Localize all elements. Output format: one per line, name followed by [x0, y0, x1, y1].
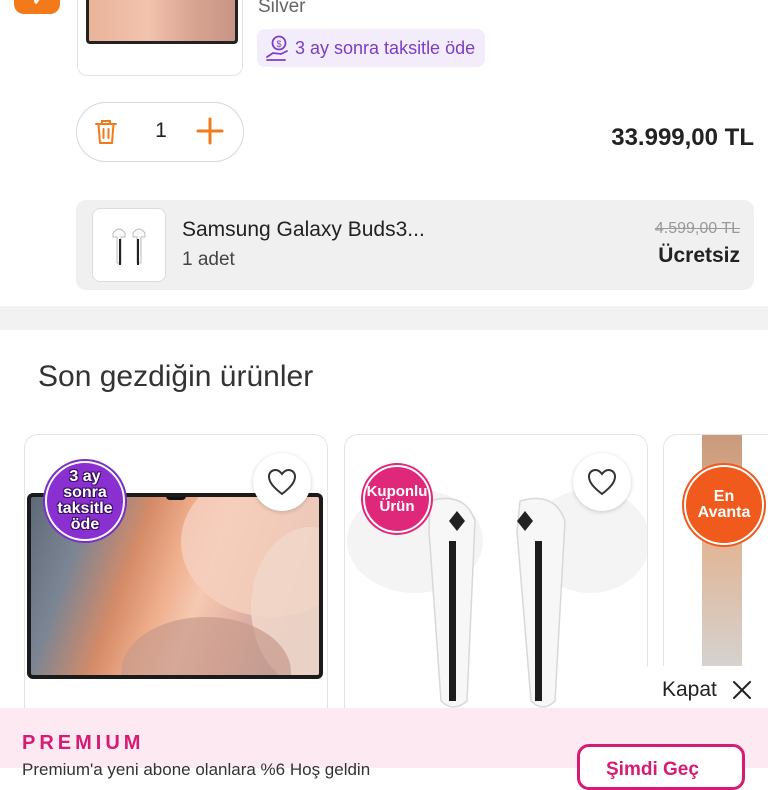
cart-item-image[interactable]	[77, 0, 243, 76]
select-checkbox[interactable]: ✓	[14, 0, 60, 14]
installment-promo-badge: 3 ay sonra taksitle öde	[45, 461, 125, 541]
quantity-stepper: 1	[76, 102, 244, 162]
gift-item-count: 1 adet	[182, 249, 235, 270]
gift-old-price: 4.599,00 TL	[654, 220, 740, 237]
badge-line: 3 ay	[69, 468, 101, 485]
quantity-value: 1	[155, 119, 167, 142]
gift-item-name: Samsung Galaxy Buds3...	[182, 218, 425, 241]
plus-icon[interactable]	[195, 116, 225, 146]
badge-line: En	[713, 488, 735, 505]
badge-line: Kuponlu	[366, 483, 428, 500]
gift-free-label: Ücretsiz	[658, 244, 740, 267]
heart-icon	[587, 468, 617, 496]
badge-line: sonra	[63, 484, 107, 501]
variant-label: Silver	[258, 0, 306, 17]
section-divider	[0, 306, 768, 330]
product-card[interactable]: 3 ay sonra taksitle öde	[24, 434, 328, 736]
trash-icon[interactable]	[93, 118, 119, 146]
favorite-button[interactable]	[573, 453, 631, 511]
coupon-promo-badge: Kuponlu Ürün	[363, 465, 431, 533]
premium-banner: PREMIUM Premium'a yeni abone olanlara %6…	[0, 708, 768, 790]
installment-badge-label: 3 ay sonra taksitle öde	[295, 37, 476, 58]
gift-item-image	[92, 208, 166, 282]
coin-hand-icon: $	[266, 35, 288, 61]
check-icon: ✓	[32, 0, 46, 9]
product-card[interactable]: Kuponlu Ürün	[344, 434, 648, 736]
badge-line: Ürün	[379, 498, 415, 515]
close-label: Kapat	[662, 678, 717, 701]
badge-line: öde	[70, 516, 100, 533]
svg-text:$: $	[276, 39, 281, 49]
premium-cta-button[interactable]: Şimdi Geç	[577, 744, 745, 790]
item-price: 33.999,00 TL	[611, 124, 754, 151]
close-icon	[733, 681, 751, 699]
advantage-promo-badge: En Avanta	[684, 465, 764, 545]
premium-cta-label: Şimdi Geç	[606, 759, 699, 780]
heart-icon	[267, 468, 297, 496]
badge-line: taksitle	[57, 500, 113, 517]
premium-title: PREMIUM	[22, 732, 145, 754]
premium-subtitle: Premium'a yeni abone olanlara %6 Hoş gel…	[22, 760, 371, 779]
installment-badge: $ 3 ay sonra taksitle öde	[257, 29, 486, 67]
close-banner-button[interactable]: Kapat	[640, 666, 768, 714]
badge-line: Avanta	[697, 504, 751, 521]
recently-viewed-title: Son gezdiğin ürünler	[38, 360, 314, 393]
favorite-button[interactable]	[253, 453, 311, 511]
gift-item-row[interactable]: Samsung Galaxy Buds3... 1 adet 4.599,00 …	[76, 200, 754, 290]
